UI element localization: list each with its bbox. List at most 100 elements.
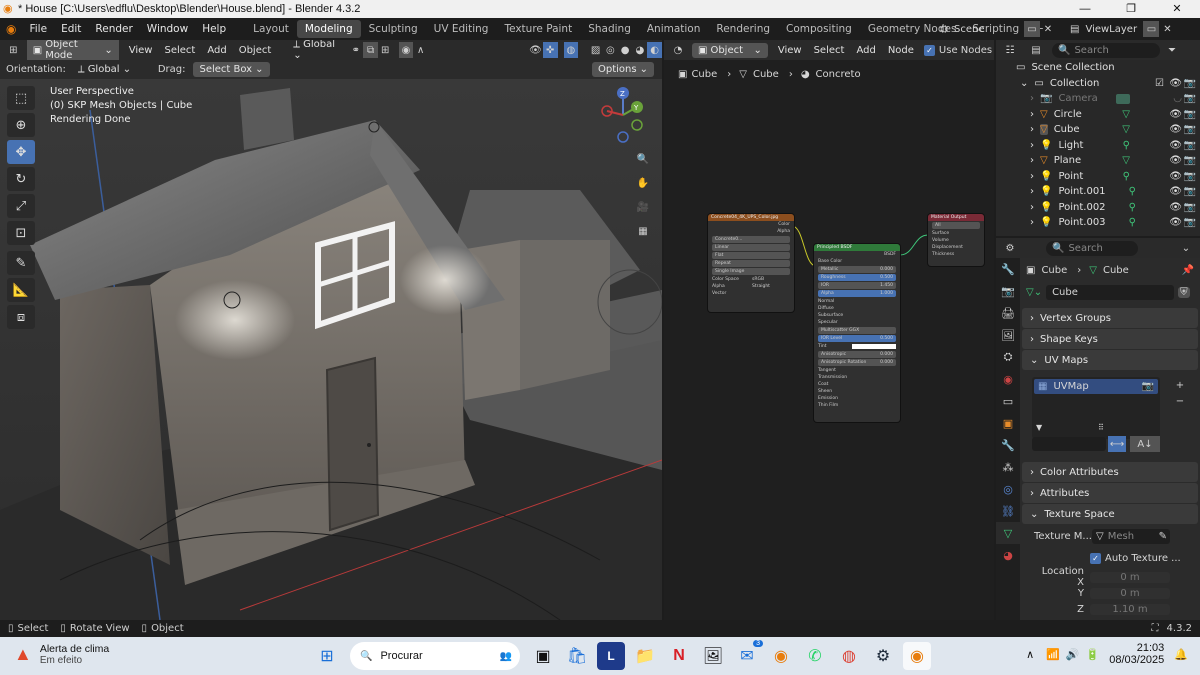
- constraints-tab-icon[interactable]: ⛓: [996, 500, 1020, 522]
- panel-vertex-groups[interactable]: › Vertex Groups: [1022, 308, 1198, 328]
- viewport-menu-view[interactable]: View: [123, 45, 159, 56]
- panel-color-attributes[interactable]: › Color Attributes: [1022, 462, 1198, 482]
- principled-bsdf-node[interactable]: Principled BSDF BSDF Base Color Metallic…: [814, 244, 900, 422]
- tab-texture-paint[interactable]: Texture Paint: [496, 20, 580, 38]
- scene-name-field[interactable]: Scene: [954, 24, 1024, 35]
- blender-active-icon[interactable]: ◉: [903, 642, 931, 670]
- transform-tool-icon[interactable]: ⊡: [7, 221, 35, 245]
- visibility-eye-icon[interactable]: 👁: [1169, 155, 1182, 166]
- viewlayer-name-field[interactable]: ViewLayer: [1085, 24, 1143, 35]
- measure-tool-icon[interactable]: 📐: [7, 278, 35, 302]
- anisotropic-slider[interactable]: Anisotropic 0.000: [818, 351, 896, 358]
- shader-node-editor[interactable]: ◔ ▣ Object ⌄ View Select Add Node ✓ Use No…: [664, 40, 994, 620]
- render-camera-icon[interactable]: 📷: [1142, 381, 1154, 392]
- tab-modeling[interactable]: Modeling: [296, 20, 361, 38]
- auto-texture-checkbox[interactable]: ✓: [1090, 552, 1101, 564]
- source-select[interactable]: Single Image: [712, 268, 790, 275]
- image-file-field[interactable]: Concrete0...: [712, 236, 790, 243]
- thin-film-panel[interactable]: Thin Film: [814, 402, 900, 409]
- location-z-field[interactable]: 1.10 m: [1090, 603, 1170, 615]
- render-camera-icon[interactable]: 📷: [1184, 171, 1196, 182]
- maximize-button[interactable]: ❐: [1108, 0, 1154, 18]
- weather-widget[interactable]: ▲ Alerta de clima Em efeito: [14, 643, 109, 666]
- visibility-eye-icon[interactable]: 👁: [1169, 217, 1182, 228]
- notification-bell-icon[interactable]: 🔔: [1174, 648, 1188, 661]
- chevron-down-icon[interactable]: ⌄: [1178, 240, 1194, 256]
- render-camera-icon[interactable]: 📷: [1184, 155, 1196, 166]
- outliner-item-point-003[interactable]: › 💡 Point.003 ⚲ 👁 📷: [996, 215, 1200, 231]
- collection-tab-icon[interactable]: ▭: [996, 390, 1020, 412]
- axis-gizmo-icon[interactable]: Z Y: [595, 85, 655, 145]
- tool-tab-icon[interactable]: 🔧: [996, 258, 1020, 280]
- panel-texture-space[interactable]: ⌄ Texture Space: [1022, 504, 1198, 524]
- hidden-eye-icon[interactable]: ◡: [1173, 93, 1182, 104]
- output-tab-icon[interactable]: 🖨: [996, 302, 1020, 324]
- blender-taskbar-icon[interactable]: ◉: [767, 642, 795, 670]
- tab-animation[interactable]: Animation: [639, 20, 709, 38]
- transmission-panel[interactable]: Transmission: [814, 374, 900, 381]
- physics-tab-icon[interactable]: ◎: [996, 478, 1020, 500]
- view-layer-tab-icon[interactable]: 🖼: [996, 324, 1020, 346]
- uvmap-filter-field[interactable]: [1032, 437, 1106, 451]
- new-viewlayer-icon[interactable]: ▭: [1143, 21, 1160, 37]
- scene-collection-row[interactable]: ▭ Scene Collection: [996, 60, 1200, 76]
- outliner-item-light[interactable]: › 💡 Light ⚲ 👁 📷: [996, 138, 1200, 154]
- ior-slider[interactable]: IOR 1.450: [818, 282, 896, 289]
- rotate-tool-icon[interactable]: ↻: [7, 167, 35, 191]
- output-target-select[interactable]: All: [932, 222, 980, 229]
- cursor-tool-icon[interactable]: ⊕: [7, 113, 35, 137]
- render-camera-icon[interactable]: 📷: [1184, 78, 1196, 89]
- subsurface-panel[interactable]: Subsurface: [814, 312, 900, 319]
- render-camera-icon[interactable]: 📷: [1184, 93, 1196, 104]
- render-camera-icon[interactable]: 📷: [1184, 186, 1196, 197]
- menu-window[interactable]: Window: [140, 23, 195, 35]
- move-tool-icon[interactable]: ✥: [7, 140, 35, 164]
- menu-edit[interactable]: Edit: [54, 23, 88, 35]
- shading-solid-icon[interactable]: ●: [618, 42, 633, 58]
- visibility-eye-icon[interactable]: 👁: [1169, 109, 1182, 120]
- particles-tab-icon[interactable]: ⁂: [996, 456, 1020, 478]
- tint-row[interactable]: Tint: [814, 343, 900, 350]
- outliner-item-point[interactable]: › 💡 Point ⚲ 👁 📷: [996, 169, 1200, 185]
- snap-icon[interactable]: ⧉: [363, 42, 378, 58]
- tab-layout[interactable]: Layout: [245, 20, 297, 38]
- viewport-menu-add[interactable]: Add: [201, 45, 232, 56]
- viewport-menu-select[interactable]: Select: [158, 45, 201, 56]
- display-mode-icon[interactable]: ▤: [1028, 42, 1044, 58]
- location-y-field[interactable]: 0 m: [1090, 587, 1170, 599]
- menu-file[interactable]: File: [22, 23, 54, 35]
- visibility-eye-icon[interactable]: 👁: [1169, 78, 1182, 89]
- color-space-row[interactable]: Color Space sRGB: [708, 276, 794, 283]
- material-tab-icon[interactable]: ◕: [996, 544, 1020, 566]
- properties-search-field[interactable]: 🔍 Search: [1046, 240, 1138, 256]
- chrome-icon[interactable]: ◍: [835, 642, 863, 670]
- panel-uv-maps[interactable]: ⌄ UV Maps: [1022, 350, 1198, 370]
- emission-panel[interactable]: Emission: [814, 395, 900, 402]
- menu-render[interactable]: Render: [88, 23, 139, 35]
- specular-panel[interactable]: Specular: [814, 319, 900, 326]
- windows-start-icon[interactable]: ⊞: [313, 642, 341, 670]
- object-tab-icon[interactable]: ▣: [996, 412, 1020, 434]
- render-camera-icon[interactable]: 📷: [1184, 140, 1196, 151]
- properties-editor-icon[interactable]: ⚙: [1002, 240, 1018, 256]
- outliner-item-point-002[interactable]: › 💡 Point.002 ⚲ 👁 📷: [996, 200, 1200, 216]
- alpha-slider[interactable]: Alpha 1.000: [818, 290, 896, 297]
- visibility-eye-icon[interactable]: 👁: [1169, 186, 1182, 197]
- panel-shape-keys[interactable]: › Shape Keys: [1022, 329, 1198, 349]
- material-output-node[interactable]: Material Output All Surface Volume Displ…: [928, 214, 984, 266]
- taskbar-search-box[interactable]: 🔍 Procurar 👥: [350, 642, 520, 670]
- new-scene-icon[interactable]: ▭: [1024, 21, 1040, 37]
- add-cube-tool-icon[interactable]: ⧈: [7, 305, 35, 329]
- transform-orientation-dropdown[interactable]: ⟂ Global ⌄: [287, 40, 348, 61]
- collection-row[interactable]: ⌄ ▭ Collection ☑ 👁 📷: [996, 76, 1200, 92]
- tint-color-swatch[interactable]: [852, 344, 896, 349]
- extension-select[interactable]: Repeat: [712, 260, 790, 267]
- shading-material-icon[interactable]: ◕: [632, 42, 647, 58]
- world-tab-icon[interactable]: ◉: [996, 368, 1020, 390]
- minimize-button[interactable]: —: [1062, 0, 1108, 18]
- shading-rendered-icon[interactable]: ◐: [647, 42, 662, 58]
- editor-type-icon[interactable]: ⊞: [6, 42, 21, 58]
- close-button[interactable]: ✕: [1154, 0, 1200, 18]
- outliner-item-circle[interactable]: › ▽ Circle ▽ 👁 📷: [996, 107, 1200, 123]
- list-expand-icon[interactable]: ▼: [1036, 423, 1042, 432]
